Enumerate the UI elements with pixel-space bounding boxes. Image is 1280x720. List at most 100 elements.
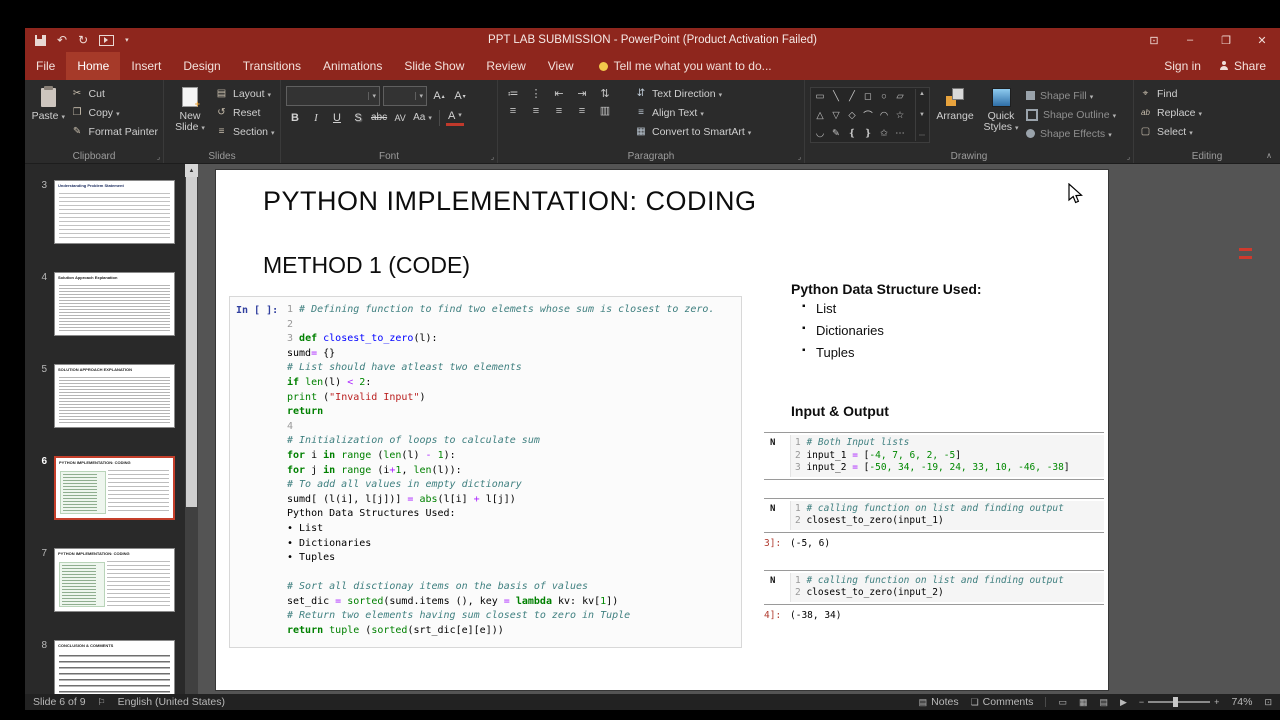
convert-to-smartart-button[interactable]: ▦ Convert to SmartArt [635,123,751,140]
slide-thumbnail[interactable]: 8 CONCLUSION & COMMENTS [35,640,185,694]
normal-view-icon[interactable]: ▭ [1058,697,1067,708]
section-button[interactable]: ≡ Section [215,123,275,140]
shape-effects-button[interactable]: Shape Effects [1026,125,1116,142]
zoom-slider-thumb[interactable] [1172,697,1178,707]
slideshow-view-icon[interactable]: ▶ [1120,697,1127,708]
shapes-more-icon[interactable]: ⋯ [919,132,925,139]
paste-button[interactable]: Paste [30,83,67,149]
customize-qat-icon[interactable]: ▾ [125,36,129,44]
ribbon-tab[interactable]: File [25,52,66,80]
data-structures-heading[interactable]: Python Data Structure Used: [791,281,982,297]
shape-icon[interactable]: ◇ [844,108,860,123]
slide-thumbnail[interactable]: 5 SOLUTION APPROACH EXPLANATION [35,364,185,428]
ribbon-tab[interactable]: Insert [120,52,172,80]
cut-button[interactable]: ✂ Cut [71,85,158,102]
bold-button[interactable]: B [286,109,304,126]
thumbnail-preview[interactable]: Solution Approach Explanation [54,272,175,336]
spell-check-icon[interactable]: ⚐ [98,697,106,708]
reading-view-icon[interactable]: ▤ [1099,697,1108,708]
slide-thumbnail[interactable]: 3 Understanding Problem Statement [35,180,185,244]
clipboard-dialog-launcher-icon[interactable] [157,153,160,161]
share-button[interactable]: Share [1219,59,1266,73]
notes-button[interactable]: ▤ Notes [919,696,959,708]
ribbon-tab[interactable]: Review [475,52,536,80]
shape-icon[interactable]: ▱ [892,89,908,104]
alignment-icon[interactable]: ≡ [549,105,569,117]
drawing-dialog-launcher-icon[interactable] [1127,153,1130,161]
paragraph-dialog-launcher-icon[interactable] [798,153,801,161]
font-color-button[interactable]: A [445,110,464,126]
shapes-scroll-down-icon[interactable]: ▼ [919,112,925,118]
save-icon[interactable] [35,34,46,46]
strikethrough-button[interactable]: abc [370,109,388,126]
minimize-icon[interactable]: – [1172,28,1208,52]
select-button[interactable]: ▢ Select [1139,123,1202,140]
sign-in-button[interactable]: Sign in [1164,59,1201,73]
layout-button[interactable]: ▤ Layout [215,85,275,102]
slide-thumbnail[interactable]: 4 Solution Approach Explanation [35,272,185,336]
shape-icon[interactable]: ▭ [812,89,828,104]
thumbnail-preview[interactable]: PYTHON IMPLEMENTATION: CODING [54,456,175,520]
slide-title[interactable]: PYTHON IMPLEMENTATION: CODING [263,186,757,217]
ribbon-tab[interactable]: View [537,52,585,80]
copy-button[interactable]: ❐ Copy [71,104,158,121]
font-dialog-launcher-icon[interactable] [491,153,494,161]
thumbnail-preview[interactable]: Understanding Problem Statement [54,180,175,244]
paragraph-format-icon[interactable]: ⇅ [595,87,615,100]
shape-outline-button[interactable]: Shape Outline [1026,106,1116,123]
slide-canvas[interactable]: PYTHON IMPLEMENTATION: CODING METHOD 1 (… [216,170,1108,690]
redo-icon[interactable]: ↻ [78,33,88,47]
alignment-icon[interactable]: ≡ [503,105,523,117]
shape-icon[interactable]: ✩ [876,126,892,141]
shape-icon[interactable]: △ [812,108,828,123]
paragraph-format-icon[interactable]: ⇥ [572,87,592,100]
arrange-button[interactable]: Arrange [934,83,976,149]
shape-icon[interactable]: ⌒ [860,108,876,123]
paragraph-format-icon[interactable]: ⇤ [549,87,569,100]
input-output-heading[interactable]: Input & Output [791,403,889,419]
slide-sorter-view-icon[interactable]: ▦ [1079,697,1088,708]
alignment-icon[interactable]: ≡ [526,105,546,117]
format-painter-button[interactable]: ✎ Format Painter [71,123,158,140]
font-size-combobox[interactable]: ▾ [383,86,427,106]
ribbon-tab[interactable]: Animations [312,52,393,80]
slide-subtitle[interactable]: METHOD 1 (CODE) [263,252,470,279]
ribbon-tab[interactable]: Transitions [232,52,312,80]
notebook-cells-block[interactable]: N 1 # Both Input lists 2 input_1 = [-4, 7… [764,432,1104,630]
alignment-icon[interactable]: ≡ [572,105,592,117]
font-name-combobox[interactable]: ▾ [286,86,380,106]
text-shadow-button[interactable]: S [349,109,367,126]
change-case-button[interactable]: Aa [412,109,433,126]
paragraph-format-icon[interactable]: ⋮ [526,87,546,100]
new-slide-button[interactable]: New Slide [169,83,211,149]
thumbnail-preview[interactable]: CONCLUSION & COMMENTS [54,640,175,694]
shape-icon[interactable]: ❵ [860,126,876,141]
shape-icon[interactable]: ⋯ [892,126,908,141]
fit-to-window-icon[interactable]: ⊡ [1264,697,1272,708]
scrollbar-up-icon[interactable]: ▲ [185,164,198,177]
quick-styles-button[interactable]: Quick Styles [980,83,1022,149]
shape-icon[interactable]: ◡ [812,126,828,141]
slide-thumbnail[interactable]: 7 PYTHON IMPLEMENTATION: CODING [35,548,185,612]
ribbon-display-options-icon[interactable]: ⊡ [1136,28,1172,52]
tell-me-box[interactable]: Tell me what you want to do... [598,59,772,73]
zoom-percentage[interactable]: 74% [1231,696,1252,708]
find-button[interactable]: ⌖ Find [1139,85,1202,102]
shape-fill-button[interactable]: Shape Fill [1026,87,1116,104]
close-icon[interactable]: ✕ [1244,28,1280,52]
slide-counter[interactable]: Slide 6 of 9 [33,696,86,708]
undo-icon[interactable]: ↶ [57,33,67,47]
shape-icon[interactable]: ◻ [860,89,876,104]
collapse-ribbon-icon[interactable]: ∧ [1266,151,1272,160]
shape-icon[interactable]: ○ [876,89,892,104]
restore-icon[interactable]: ❐ [1208,28,1244,52]
shape-icon[interactable]: ✎ [828,126,844,141]
language-status[interactable]: English (United States) [118,696,225,708]
shape-icon[interactable]: ☆ [892,108,908,123]
zoom-out-icon[interactable]: − [1139,697,1144,707]
underline-button[interactable]: U [328,109,346,126]
shape-icon[interactable]: ▽ [828,108,844,123]
start-slideshow-icon[interactable] [99,34,115,46]
increase-font-size-button[interactable]: A ▴ [430,88,448,105]
slide-thumbnail[interactable]: 6 PYTHON IMPLEMENTATION: CODING [35,456,185,520]
